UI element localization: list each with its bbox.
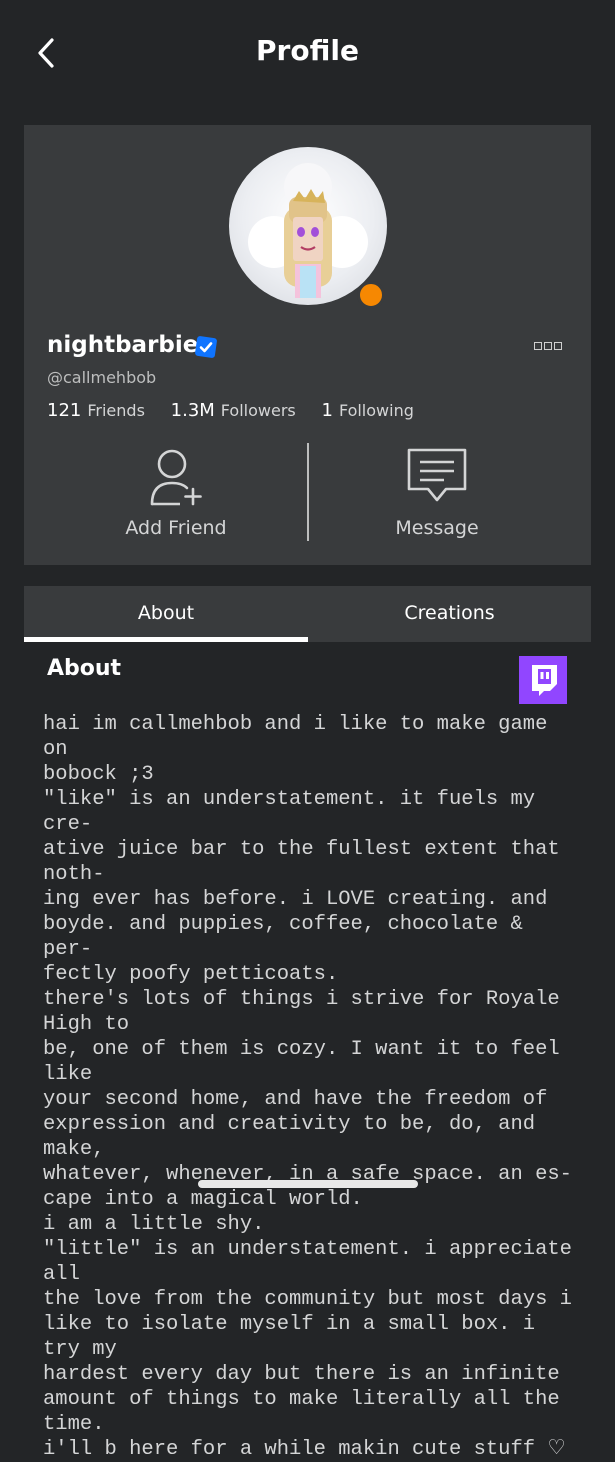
bio-line: expression and creativity to be, do, and… — [43, 1113, 548, 1161]
avatar-image — [248, 163, 368, 298]
online-status-indicator — [357, 281, 385, 309]
more-options-icon[interactable] — [534, 335, 564, 350]
followers-label: Followers — [220, 401, 296, 420]
bio-line: boyde. and puppies, coffee, chocolate & … — [43, 913, 536, 961]
bio-line: like to isolate myself in a small box. i… — [43, 1313, 548, 1361]
bio-line: amount of things to make literally all t… — [43, 1388, 572, 1436]
followers-stat[interactable]: 1.3M Followers — [171, 400, 322, 421]
bio-line: i am a little shy. — [43, 1213, 265, 1236]
profile-tabs: About Creations — [24, 586, 591, 642]
bio-line: "little" is an understatement. i appreci… — [43, 1238, 585, 1286]
twitch-icon[interactable] — [519, 656, 567, 704]
display-name: nightbarbie — [47, 332, 199, 358]
bio-line: hardest every day but there is an infini… — [43, 1363, 560, 1386]
add-friend-label: Add Friend — [125, 517, 227, 539]
active-tab-indicator — [24, 637, 308, 642]
top-bar: Profile — [0, 0, 615, 105]
bio-line: bobock ;3 — [43, 763, 154, 786]
bio-line: be, one of them is cozy. I want it to fe… — [43, 1038, 572, 1086]
username-handle: @callmehbob — [47, 368, 157, 387]
bio-line: "like" is an understatement. it fuels my… — [43, 788, 548, 836]
add-friend-icon — [150, 449, 202, 506]
add-friend-button[interactable]: Add Friend — [51, 445, 301, 539]
bio-line: ative juice bar to the fullest extent th… — [43, 838, 572, 886]
about-bio: hai im callmehbob and i like to make gam… — [43, 712, 583, 1462]
bio-line: ing ever has before. i LOVE creating. an… — [43, 888, 548, 911]
friends-label: Friends — [87, 401, 145, 420]
actions-divider — [307, 443, 309, 541]
bio-line: the love from the community but most day… — [43, 1288, 572, 1311]
page-title: Profile — [256, 34, 359, 67]
profile-card: nightbarbie @callmehbob 121 Friends 1.3M F… — [24, 125, 591, 565]
message-label: Message — [395, 517, 479, 539]
message-icon — [407, 448, 467, 502]
following-stat[interactable]: 1 Following — [321, 400, 433, 421]
bio-line: your second home, and have the freedom o… — [43, 1088, 548, 1111]
following-label: Following — [338, 401, 414, 420]
twitch-glyph — [532, 665, 557, 696]
bio-line: i'll b here for a while makin cute stuff… — [43, 1438, 566, 1461]
following-count: 1 — [321, 400, 333, 421]
profile-stats: 121 Friends 1.3M Followers 1 Following — [47, 400, 434, 421]
avatar[interactable] — [229, 147, 387, 305]
home-indicator — [198, 1180, 418, 1188]
followers-count: 1.3M — [170, 400, 215, 421]
tab-about[interactable]: About — [24, 586, 308, 642]
friends-count: 121 — [47, 400, 82, 421]
about-heading: About — [47, 656, 122, 681]
friends-stat[interactable]: 121 Friends — [47, 400, 171, 421]
bio-line: there's lots of things i strive for Roya… — [43, 988, 572, 1036]
message-button[interactable]: Message — [312, 445, 562, 539]
bio-line: hai im callmehbob and i like to make gam… — [43, 713, 560, 761]
verified-badge-icon — [195, 336, 217, 358]
tab-creations[interactable]: Creations — [308, 586, 591, 642]
bio-line: fectly poofy petticoats. — [43, 963, 339, 986]
